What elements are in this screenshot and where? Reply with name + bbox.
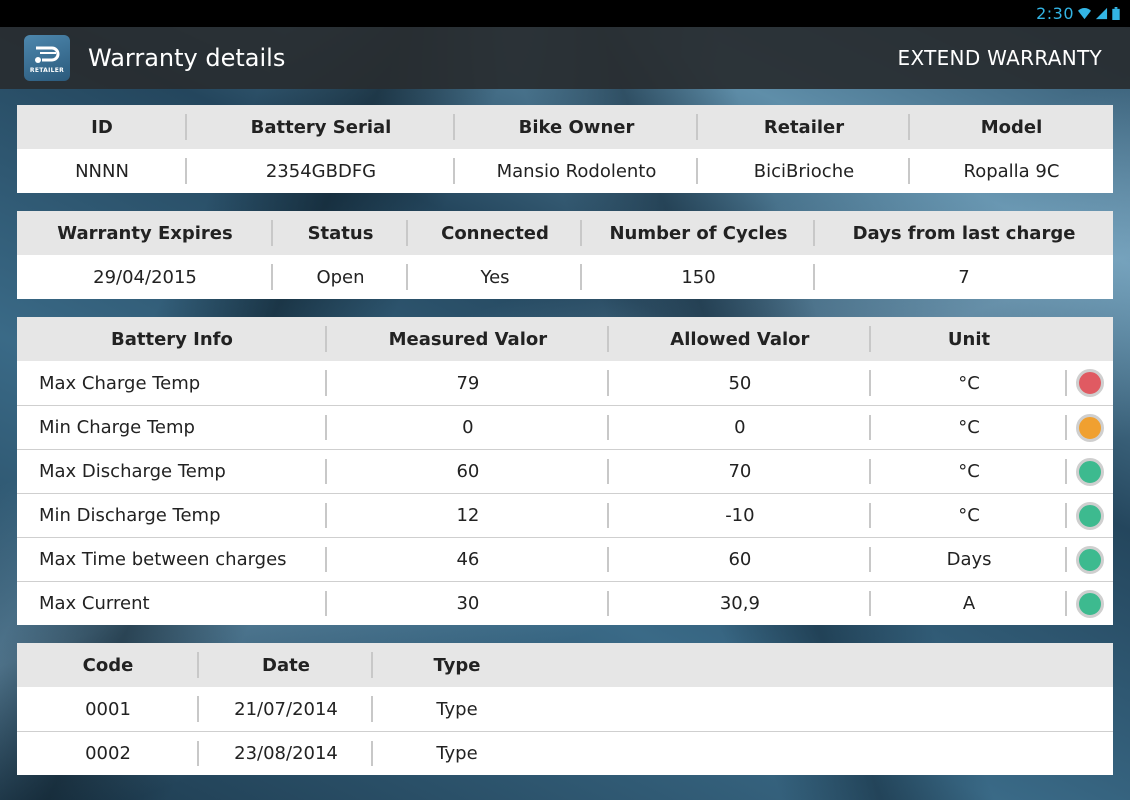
allowed-valor-cell: 60 <box>609 538 871 581</box>
table-row[interactable]: Min Discharge Temp 12 -10 °C <box>17 493 1113 537</box>
code-cell: 0001 <box>17 687 199 731</box>
unit-cell: °C <box>871 450 1068 493</box>
battery-info-cell: Max Time between charges <box>17 538 327 581</box>
table-row[interactable]: Max Discharge Temp 60 70 °C <box>17 449 1113 493</box>
unit-cell: °C <box>871 494 1068 537</box>
header-unit: Unit <box>947 328 991 350</box>
header-model: Model <box>980 116 1043 138</box>
unit-cell: Days <box>871 538 1068 581</box>
unit-cell: °C <box>871 406 1068 449</box>
allowed-valor-cell: 70 <box>609 450 871 493</box>
model-value: Ropalla 9C <box>963 160 1060 182</box>
header-bike-owner: Bike Owner <box>455 105 698 149</box>
table-row[interactable]: NNNN 2354GBDFG Mansio Rodolento BiciBrio… <box>17 149 1113 193</box>
events-table: Code Date Type 0001 21/07/2014 Type 0002… <box>17 643 1113 775</box>
action-bar: RETAILER Warranty details EXTEND WARRANT… <box>0 27 1130 89</box>
bike-logo-icon <box>35 46 60 63</box>
retailer-value: BiciBrioche <box>698 149 910 193</box>
app-logo[interactable]: RETAILER <box>24 35 70 81</box>
status-indicator <box>1067 361 1113 405</box>
status-indicator <box>1067 450 1113 493</box>
battery-info-cell: Min Discharge Temp <box>17 494 327 537</box>
days-from-last-charge-value: 7 <box>958 266 970 288</box>
connected-value: Yes <box>408 255 582 299</box>
allowed-valor-cell: -10 <box>609 494 871 537</box>
table-row[interactable]: Max Charge Temp 79 50 °C <box>17 361 1113 405</box>
code-cell: 0002 <box>17 732 199 775</box>
warranty-expires-value: 29/04/2015 <box>17 255 273 299</box>
header-allowed-valor: Allowed Valor <box>609 317 871 361</box>
battery-info-cell: Max Charge Temp <box>17 361 327 405</box>
table-row[interactable]: 0001 21/07/2014 Type <box>17 687 1113 731</box>
table-header-row: Battery Info Measured Valor Allowed Valo… <box>17 317 1113 361</box>
status-dot-icon <box>1076 413 1105 442</box>
status-dot-icon <box>1076 589 1105 618</box>
allowed-valor-cell: 30,9 <box>609 582 871 625</box>
battery-info-cell: Min Charge Temp <box>17 406 327 449</box>
battery-info-cell: Max Discharge Temp <box>17 450 327 493</box>
table-row[interactable]: Min Charge Temp 0 0 °C <box>17 405 1113 449</box>
measured-valor-cell: 12 <box>327 494 609 537</box>
type-cell: Type <box>436 743 478 764</box>
status-dot-icon <box>1076 369 1105 397</box>
status-indicator <box>1067 582 1113 625</box>
number-of-cycles-value: 150 <box>582 255 815 299</box>
measured-valor-cell: 0 <box>327 406 609 449</box>
table-row[interactable]: Max Time between charges 46 60 Days <box>17 537 1113 581</box>
bike-info-table: ID Battery Serial Bike Owner Retailer Mo… <box>17 105 1113 193</box>
header-id: ID <box>17 105 187 149</box>
date-cell: 23/08/2014 <box>199 732 373 775</box>
status-value: Open <box>273 255 408 299</box>
measured-valor-cell: 79 <box>327 361 609 405</box>
status-indicator <box>1067 406 1113 449</box>
header-status-spacer <box>1067 317 1113 361</box>
status-dot-icon <box>1076 457 1105 486</box>
status-indicator <box>1067 494 1113 537</box>
status-time: 2:30 <box>1036 4 1074 23</box>
header-retailer: Retailer <box>698 105 910 149</box>
table-header-row: Code Date Type <box>17 643 1113 687</box>
battery-info-cell: Max Current <box>17 582 327 625</box>
battery-serial-value: 2354GBDFG <box>187 149 455 193</box>
measured-valor-cell: 46 <box>327 538 609 581</box>
table-row[interactable]: Max Current 30 30,9 A <box>17 581 1113 625</box>
unit-cell: A <box>871 582 1068 625</box>
status-dot-icon <box>1076 501 1105 530</box>
allowed-valor-cell: 0 <box>609 406 871 449</box>
table-header-row: ID Battery Serial Bike Owner Retailer Mo… <box>17 105 1113 149</box>
allowed-valor-cell: 50 <box>609 361 871 405</box>
id-value: NNNN <box>17 149 187 193</box>
type-cell: Type <box>436 698 478 720</box>
header-date: Date <box>199 643 373 687</box>
header-warranty-expires: Warranty Expires <box>17 211 273 255</box>
extend-warranty-button[interactable]: EXTEND WARRANTY <box>898 46 1102 70</box>
header-battery-serial: Battery Serial <box>187 105 455 149</box>
measured-valor-cell: 30 <box>327 582 609 625</box>
bike-owner-value: Mansio Rodolento <box>455 149 698 193</box>
wifi-icon <box>1078 8 1091 20</box>
header-status: Status <box>273 211 408 255</box>
unit-cell: °C <box>871 361 1068 405</box>
page-title: Warranty details <box>88 44 286 72</box>
table-header-row: Warranty Expires Status Connected Number… <box>17 211 1113 255</box>
header-connected: Connected <box>408 211 582 255</box>
header-measured-valor: Measured Valor <box>327 317 609 361</box>
table-row[interactable]: 29/04/2015 Open Yes 150 7 <box>17 255 1113 299</box>
status-bar: 2:30 <box>0 0 1130 27</box>
header-days-from-last-charge: Days from last charge <box>852 222 1076 244</box>
header-battery-info: Battery Info <box>17 317 327 361</box>
header-type: Type <box>433 654 481 676</box>
battery-info-table: Battery Info Measured Valor Allowed Valo… <box>17 317 1113 625</box>
battery-icon <box>1112 7 1120 20</box>
warranty-info-table: Warranty Expires Status Connected Number… <box>17 211 1113 299</box>
measured-valor-cell: 60 <box>327 450 609 493</box>
header-code: Code <box>17 643 199 687</box>
status-dot-icon <box>1076 545 1105 574</box>
signal-icon <box>1095 7 1108 20</box>
logo-text: RETAILER <box>29 67 65 74</box>
table-row[interactable]: 0002 23/08/2014 Type <box>17 731 1113 775</box>
status-indicator <box>1067 538 1113 581</box>
header-number-of-cycles: Number of Cycles <box>582 211 815 255</box>
date-cell: 21/07/2014 <box>199 687 373 731</box>
